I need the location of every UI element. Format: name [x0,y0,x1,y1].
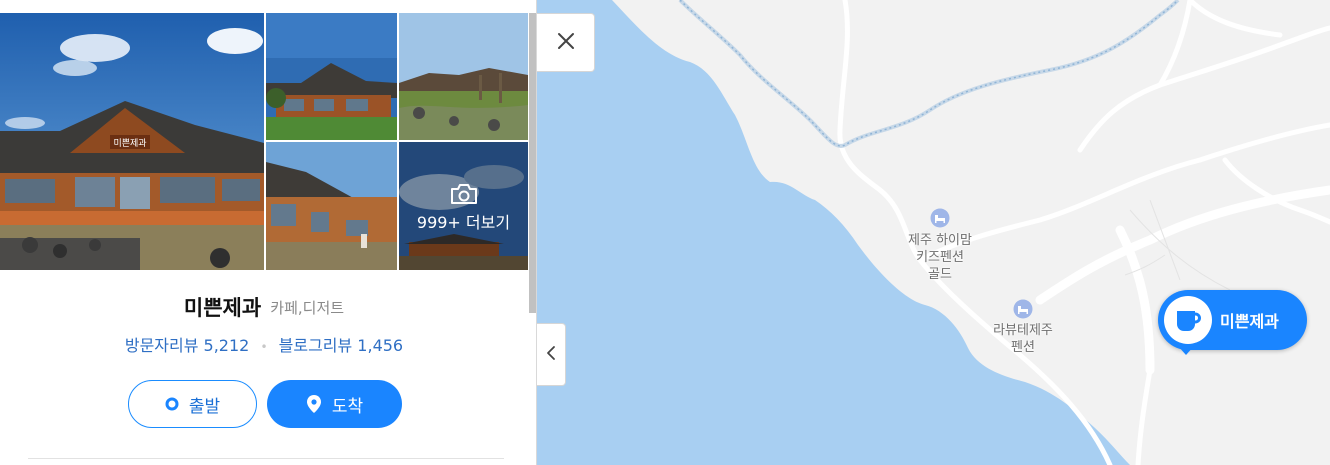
lodging-icon[interactable] [1013,299,1033,319]
more-photos-overlay: 999+ 더보기 [399,142,528,270]
lodging-icon[interactable] [930,208,950,228]
close-icon [557,32,575,54]
blog-reviews-link[interactable]: 블로그리뷰 1,456 [279,336,404,355]
place-marker[interactable]: 미쁜제과 [1158,290,1307,355]
chevron-left-icon [546,345,556,365]
poi-line: 제주 하이맘 [908,233,972,248]
photo-main[interactable]: 미쁜제과 [0,13,264,270]
poi-label-hotel-2[interactable]: 라뷰테제주 펜션 [968,322,1078,356]
photo-thumbnail[interactable] [266,13,397,140]
collapse-panel-button[interactable] [537,323,566,386]
photo-thumbnail[interactable] [399,13,528,140]
cafe-cup-icon [1164,296,1212,344]
depart-label: 출발 [188,396,221,417]
photo-thumbnail[interactable] [266,142,397,270]
camera-icon [450,183,478,205]
arrive-button[interactable]: 도착 [267,380,402,428]
place-detail-panel: 미쁜제과 999+ 더보기 미쁜제과 카페,디저트 방문자리뷰 5,212 • … [0,0,537,465]
poi-label-hotel-1[interactable]: 제주 하이맘 키즈펜션 골드 [888,232,992,283]
shop-sign-text: 미쁜제과 [113,138,146,149]
separator-dot: • [260,339,268,354]
more-photos-label: 999+ 더보기 [416,213,511,232]
close-button[interactable] [537,13,595,72]
poi-line: 펜션 [1011,340,1035,355]
visitor-reviews-link[interactable]: 방문자리뷰 5,212 [125,336,250,355]
photo-grid: 미쁜제과 999+ 더보기 [0,13,528,270]
review-summary: 방문자리뷰 5,212 • 블로그리뷰 1,456 [0,332,528,356]
section-divider [28,458,504,459]
place-category: 카페,디저트 [270,298,345,317]
place-title-row: 미쁜제과 카페,디저트 [0,292,528,322]
poi-line: 골드 [928,267,952,282]
poi-line: 키즈펜션 [916,250,964,265]
origin-dot-icon [165,397,179,411]
depart-button[interactable]: 출발 [128,380,257,428]
panel-scrollbar[interactable] [529,13,536,313]
more-photos-button[interactable]: 999+ 더보기 [399,142,528,270]
marker-tail [1178,346,1194,355]
location-pin-icon [306,394,322,414]
arrive-label: 도착 [331,396,364,417]
marker-label: 미쁜제과 [1220,312,1279,331]
place-name: 미쁜제과 [183,296,262,320]
poi-line: 라뷰테제주 [993,323,1053,338]
